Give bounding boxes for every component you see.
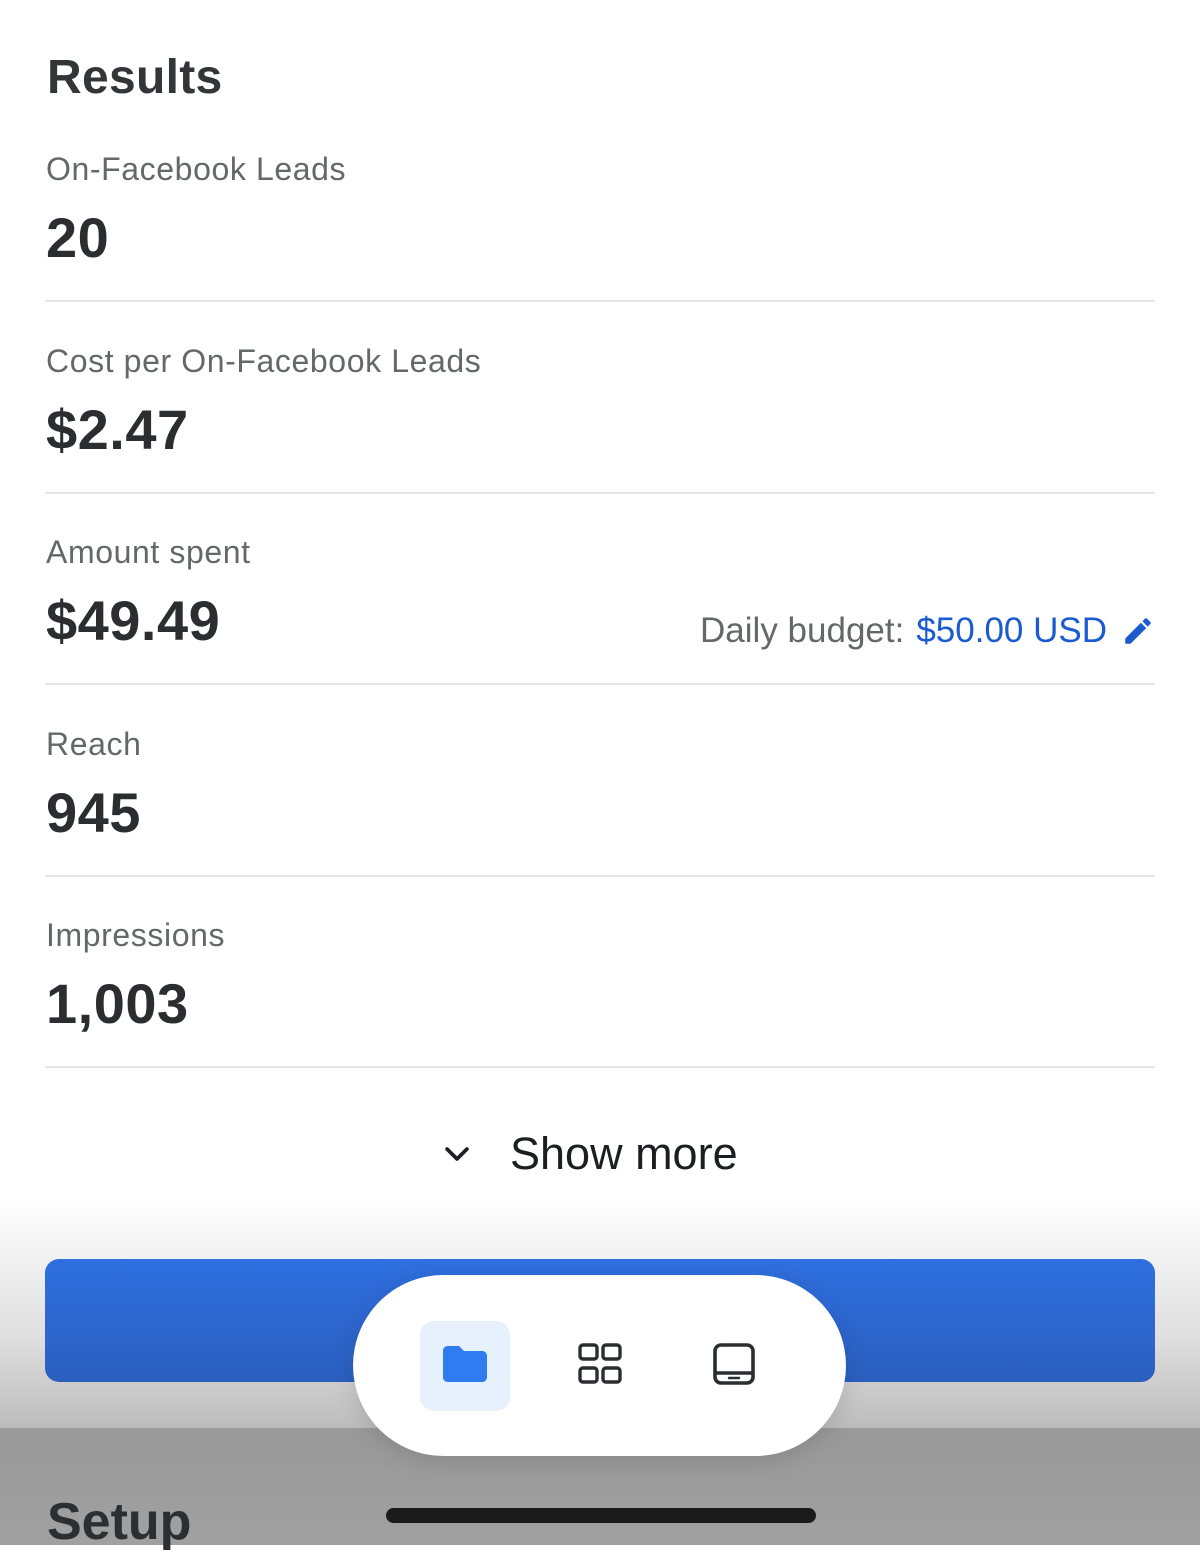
- tab-tablet[interactable]: [689, 1321, 779, 1411]
- setup-title: Setup: [47, 1493, 192, 1551]
- home-indicator: [386, 1508, 816, 1523]
- metric-reach: Reach 945: [45, 686, 1155, 877]
- metric-label: On-Facebook Leads: [46, 151, 347, 187]
- metric-label: Reach: [46, 726, 142, 762]
- daily-budget-value[interactable]: $50.00 USD: [916, 611, 1107, 651]
- metric-label: Amount spent: [46, 534, 251, 570]
- metric-value: $2.47: [46, 398, 189, 461]
- show-more-label: Show more: [510, 1128, 738, 1179]
- metric-value: 945: [46, 781, 141, 844]
- chevron-down-icon: [440, 1137, 474, 1171]
- metric-impressions: Impressions 1,003: [45, 877, 1155, 1068]
- metric-value: 20: [46, 206, 110, 269]
- tab-folder[interactable]: [420, 1321, 510, 1411]
- results-page: Results On-Facebook Leads 20 Cost per On…: [0, 0, 1200, 1551]
- metric-on-facebook-leads: On-Facebook Leads 20: [45, 111, 1155, 302]
- daily-budget-label: Daily budget:: [700, 611, 905, 650]
- grid-icon: [578, 1342, 622, 1390]
- metric-value: 1,003: [46, 972, 189, 1035]
- metric-value: $49.49: [46, 589, 221, 652]
- folder-icon: [441, 1343, 489, 1390]
- metric-amount-spent: Amount spent $49.49 Daily budget: $50.00…: [45, 494, 1155, 685]
- show-more-button[interactable]: Show more: [440, 1122, 738, 1186]
- tablet-icon: [712, 1342, 756, 1391]
- daily-budget: Daily budget: $50.00 USD: [700, 611, 1155, 651]
- metric-label: Impressions: [46, 917, 226, 953]
- metric-label: Cost per On-Facebook Leads: [46, 343, 482, 379]
- pencil-edit-icon[interactable]: [1121, 614, 1155, 648]
- floating-tab-bar: [353, 1275, 846, 1456]
- tab-grid[interactable]: [555, 1321, 645, 1411]
- metric-cost-per-lead: Cost per On-Facebook Leads $2.47: [45, 303, 1155, 494]
- results-title: Results: [47, 51, 223, 104]
